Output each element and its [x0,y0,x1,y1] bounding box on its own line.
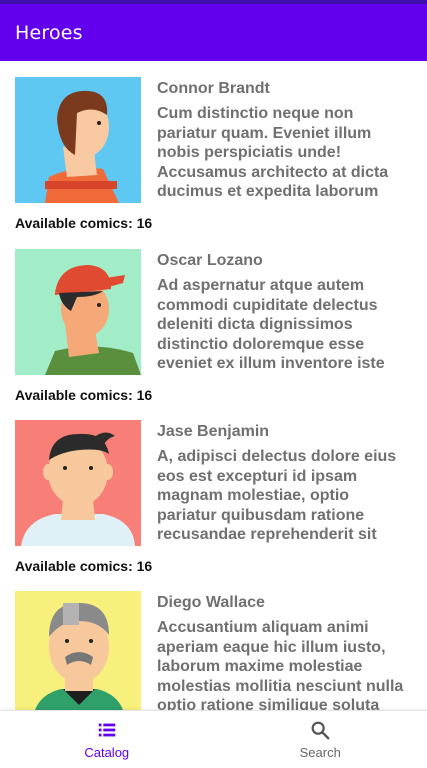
avatar-eye-right [89,639,93,643]
hero-name: Connor Brandt [157,80,270,97]
avatar-shirt-stripe [45,181,117,189]
hero-name: Diego Wallace [157,594,265,611]
hero-info: Connor Brandt Cum distinctio neque non p… [157,79,407,202]
hero-info: Diego Wallace Accusantium aliquam animi … [157,593,407,710]
hero-description: A, adipisci delectus dolore eius eos est… [157,448,397,544]
hero-avatar-image [15,420,141,546]
nav-search-tab[interactable]: Search [214,711,427,768]
hero-avatar [15,77,141,203]
hero-avatar-image [15,77,141,203]
avatar-eye [97,121,101,125]
nav-search-label: Search [299,745,341,760]
hero-comics-count: Available comics: 16 [15,215,153,231]
app-bar: Heroes [0,4,427,61]
avatar-eye [97,303,101,307]
hero-name: Jase Benjamin [157,423,270,440]
hero-info: Oscar Lozano Ad aspernatur atque autem c… [157,251,407,374]
search-icon [311,721,330,740]
avatar-eye-right [89,466,93,470]
avatar-eye-left [65,639,69,643]
avatar-hair-highlight [63,603,79,625]
hero-avatar [15,249,141,375]
avatar-ear-right [103,464,113,480]
bottom-navigation: Catalog Search [0,710,427,768]
hero-avatar [15,420,141,546]
avatar-eye-left [63,466,67,470]
hero-avatar-image [15,249,141,375]
hero-comics-count: Available comics: 16 [15,558,153,574]
hero-avatar-image [15,591,141,710]
nav-catalog-tab[interactable]: Catalog [0,711,214,768]
hero-description: Accusantium aliquam animi aperiam eaque … [157,619,404,710]
list-icon [98,723,115,737]
avatar-ear-left [43,464,53,480]
hero-info: Jase Benjamin A, adipisci delectus dolor… [157,422,407,545]
hero-comics-count: Available comics: 16 [15,387,153,403]
hero-avatar [15,591,141,710]
hero-list[interactable]: Connor Brandt Cum distinctio neque non p… [0,61,427,710]
app-title: Heroes [15,21,83,44]
hero-name: Oscar Lozano [157,252,263,269]
hero-description: Ad aspernatur atque autem commodi cupidi… [157,277,385,373]
nav-catalog-label: Catalog [84,745,130,760]
hero-description: Cum distinctio neque non pariatur quam. … [157,105,389,201]
